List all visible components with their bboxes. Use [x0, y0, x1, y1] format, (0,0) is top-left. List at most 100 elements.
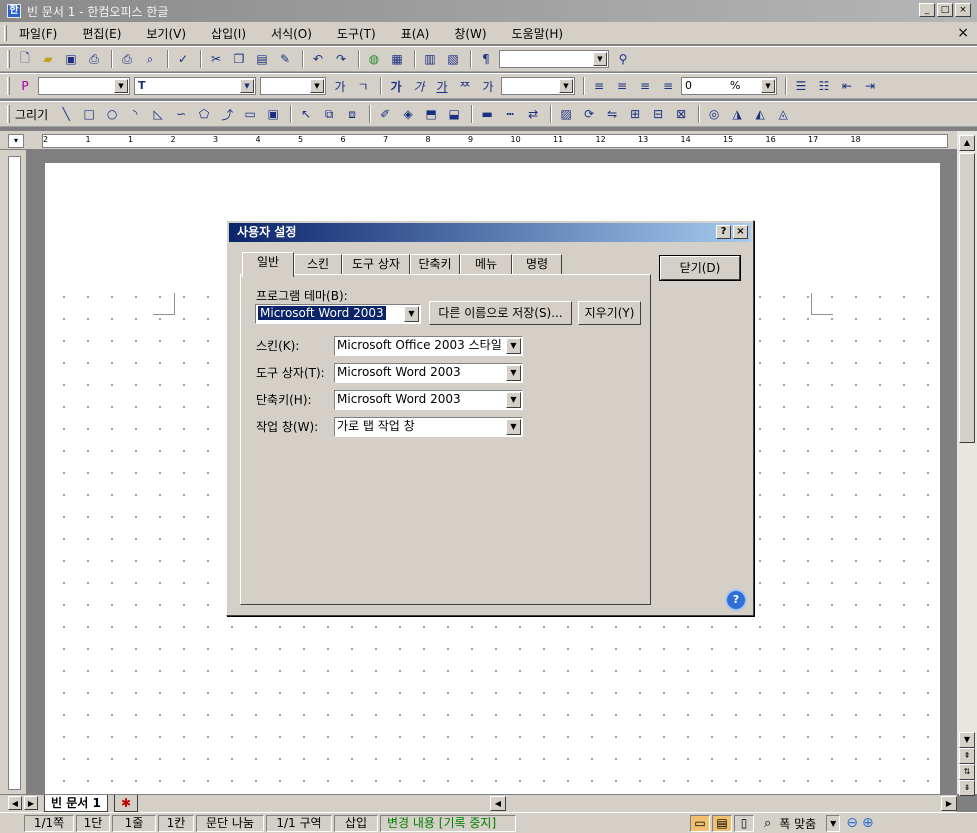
menu-window[interactable]: 창(W) [454, 25, 486, 42]
shortcut-select[interactable]: Microsoft Word 2003 ▼ [334, 390, 523, 410]
hscroll-left-icon[interactable]: ◀ [490, 796, 506, 811]
menu-edit[interactable]: 편집(E) [82, 25, 121, 42]
drawing-icon[interactable]: ▧ [443, 49, 463, 69]
new-document-icon[interactable]: 🗋 [15, 49, 35, 69]
tab-prev-icon[interactable]: ◀ [8, 796, 22, 810]
line-style-icon[interactable]: ▬ [477, 104, 497, 124]
draw-menu-label[interactable]: 그리기 [15, 106, 48, 123]
save-as-button[interactable]: 다른 이름으로 저장(S)... [429, 301, 572, 325]
tab-skin[interactable]: 스킨 [294, 254, 342, 275]
close-dialog-button[interactable]: 닫기(D) [659, 255, 741, 281]
toolbox-select[interactable]: Microsoft Word 2003 ▼ [334, 363, 523, 383]
vertical-scrollbar[interactable]: ▲ ▼ ⇞ ⇅ ⇟ [957, 131, 977, 796]
minimize-button[interactable]: _ [919, 3, 935, 17]
italic-icon[interactable]: 가 [409, 76, 429, 96]
delete-button[interactable]: 지우기(Y) [578, 301, 641, 325]
show-marks-icon[interactable]: ¶ [476, 49, 496, 69]
tab-menu[interactable]: 메뉴 [460, 254, 512, 275]
highlight-combo[interactable]: ▼ [501, 77, 575, 95]
toolbar-grip[interactable] [7, 77, 10, 95]
open-folder-icon[interactable]: ▰ [38, 49, 58, 69]
align-right-icon[interactable]: ≡ [635, 76, 655, 96]
zoom-dropdown-icon[interactable]: ▼ [826, 814, 841, 832]
task-pane-select[interactable]: 가로 탭 작업 창 ▼ [334, 417, 523, 437]
triangle-icon[interactable]: ◮ [727, 104, 747, 124]
normal-view-icon[interactable]: ▭ [690, 814, 710, 832]
line-color-icon[interactable]: ✐ [375, 104, 395, 124]
increase-indent-icon[interactable]: ⇥ [860, 76, 880, 96]
cut-icon[interactable]: ✂ [206, 49, 226, 69]
style-icon[interactable]: ꓑ [15, 76, 35, 96]
program-theme-select[interactable]: Microsoft Word 2003 ▼ [255, 304, 421, 324]
copy-icon[interactable]: ❐ [229, 49, 249, 69]
menu-file[interactable]: 파일(F) [19, 25, 57, 42]
fill-color-icon[interactable]: ◈ [398, 104, 418, 124]
tab-shortcut[interactable]: 단축키 [410, 254, 460, 275]
zoom-in-icon[interactable]: ⊕ [862, 815, 874, 831]
scroll-thumb[interactable] [959, 153, 975, 443]
spellcheck-icon[interactable]: ✓ [173, 49, 193, 69]
bring-forward-icon[interactable]: ⬒ [421, 104, 441, 124]
zoom-out-icon[interactable]: ⊖ [846, 815, 858, 831]
ellipse-icon[interactable]: ○ [102, 104, 122, 124]
menu-format[interactable]: 서식(O) [271, 25, 312, 42]
order-icon[interactable]: ⊠ [671, 104, 691, 124]
textbox-icon[interactable]: ▭ [240, 104, 260, 124]
preview-icon[interactable]: ⌕ [140, 49, 160, 69]
menu-view[interactable]: 보기(V) [146, 25, 186, 42]
table-icon[interactable]: ▦ [387, 49, 407, 69]
wedge-icon[interactable]: ◬ [773, 104, 793, 124]
rotate-icon[interactable]: ⟳ [579, 104, 599, 124]
close-document-icon[interactable]: × [957, 25, 969, 41]
chevron-down-icon[interactable]: ▼ [310, 79, 324, 93]
undo-icon[interactable]: ↶ [308, 49, 328, 69]
menu-grip[interactable] [4, 25, 7, 41]
dash-style-icon[interactable]: ┅ [500, 104, 520, 124]
numbering-icon[interactable]: ☰ [791, 76, 811, 96]
arrow-style-icon[interactable]: ⇄ [523, 104, 543, 124]
maximize-button[interactable]: □ [937, 3, 953, 17]
print-icon[interactable]: ⎙ [117, 49, 137, 69]
chevron-down-icon[interactable]: ▼ [114, 79, 128, 93]
freeform-icon[interactable]: ⬠ [194, 104, 214, 124]
decrease-indent-icon[interactable]: ⇤ [837, 76, 857, 96]
status-insert-mode[interactable]: 삽입 [334, 814, 378, 832]
outline-view-icon[interactable]: ▯ [734, 814, 754, 832]
align-objects-icon[interactable]: ⊞ [625, 104, 645, 124]
arc-icon[interactable]: ◝ [125, 104, 145, 124]
ruler-corner-button[interactable]: ▾ [8, 134, 24, 148]
chevron-down-icon[interactable]: ▼ [506, 392, 521, 408]
tab-command[interactable]: 명령 [512, 254, 562, 275]
chevron-down-icon[interactable]: ▼ [404, 306, 419, 322]
chevron-down-icon[interactable]: ▼ [593, 52, 607, 66]
distribute-icon[interactable]: ⊟ [648, 104, 668, 124]
select-arrow-icon[interactable]: ↖ [296, 104, 316, 124]
grow-font-icon[interactable]: 가 [330, 76, 350, 96]
tab-next-icon[interactable]: ▶ [24, 796, 38, 810]
tab-general[interactable]: 일반 [242, 252, 294, 277]
polygon-icon[interactable]: ◺ [148, 104, 168, 124]
chevron-down-icon[interactable]: ▼ [506, 338, 521, 354]
chevron-down-icon[interactable]: ▼ [240, 79, 254, 93]
line-spacing-combo[interactable]: 0 % ▼ [681, 77, 777, 95]
new-tab-icon[interactable]: ✱ [114, 795, 139, 812]
tab-blank-document-1[interactable]: 빈 문서 1 [44, 795, 108, 812]
align-center-icon[interactable]: ≡ [612, 76, 632, 96]
dialog-title-bar[interactable]: 사용자 설정 ? × [229, 223, 751, 242]
chevron-down-icon[interactable]: ▼ [506, 419, 521, 435]
close-window-button[interactable]: × [955, 3, 971, 17]
paste-icon[interactable]: ▤ [252, 49, 272, 69]
group-icon[interactable]: ⧉ [319, 104, 339, 124]
redo-icon[interactable]: ↷ [331, 49, 351, 69]
line-icon[interactable]: ╲ [56, 104, 76, 124]
bullets-icon[interactable]: ☷ [814, 76, 834, 96]
page-nav-icon[interactable]: ⇅ [959, 764, 975, 780]
chevron-down-icon[interactable]: ▼ [761, 79, 775, 93]
font-combo[interactable]: T ▼ [134, 77, 256, 95]
help-icon[interactable]: ? [727, 591, 745, 609]
toolbar-grip[interactable] [7, 105, 10, 123]
flip-icon[interactable]: ⇋ [602, 104, 622, 124]
justify-icon[interactable]: ≡ [658, 76, 678, 96]
bold-icon[interactable]: 가 [386, 76, 406, 96]
3d-icon[interactable]: ◎ [704, 104, 724, 124]
